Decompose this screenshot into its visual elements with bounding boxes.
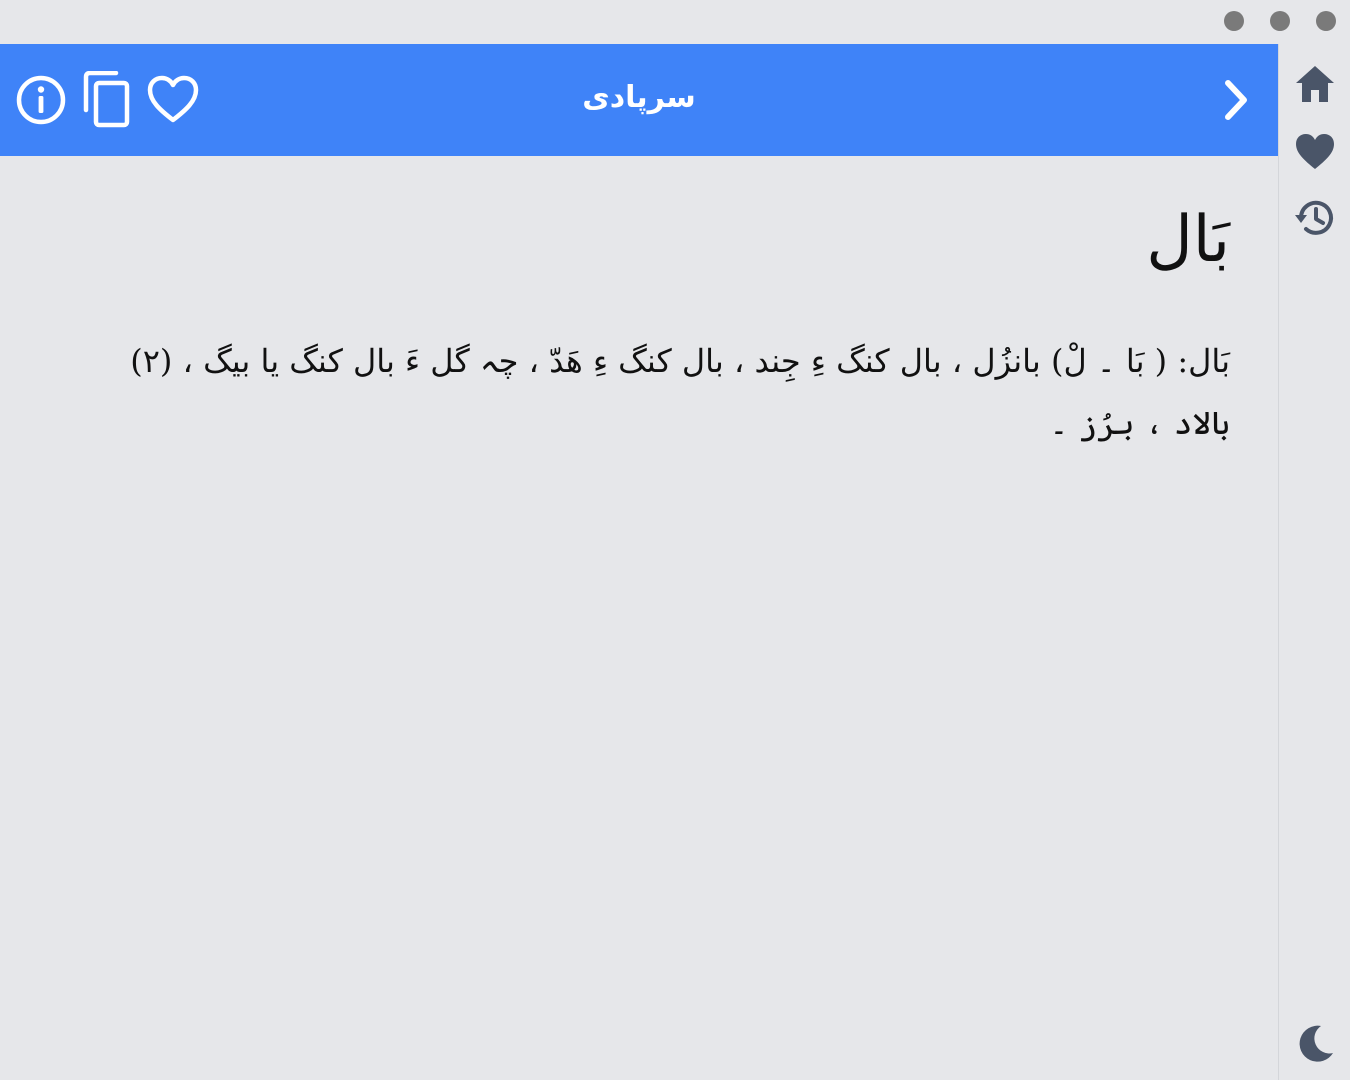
sidebar — [1278, 44, 1350, 1080]
window-dot[interactable] — [1224, 11, 1244, 31]
page-title: سرپادی — [582, 80, 696, 115]
entry-content: بَال بَال: ( بَا ۔ لْ) بانزُل ، بال کنگ … — [70, 156, 1230, 454]
header-bar: سرپادی — [0, 44, 1278, 156]
entry-definition: بَال: ( بَا ۔ لْ) بانزُل ، بال کنگ ءِ جِ… — [130, 342, 1230, 442]
heart-icon[interactable] — [1291, 128, 1339, 176]
window-dot[interactable] — [1270, 11, 1290, 31]
window-dot[interactable] — [1316, 11, 1336, 31]
window-controls — [1224, 11, 1336, 31]
history-icon[interactable] — [1291, 194, 1339, 242]
home-icon[interactable] — [1291, 60, 1339, 108]
moon-icon[interactable] — [1291, 1020, 1339, 1068]
entry-headword: بَال — [1146, 203, 1230, 277]
back-chevron-icon[interactable] — [1208, 72, 1264, 128]
